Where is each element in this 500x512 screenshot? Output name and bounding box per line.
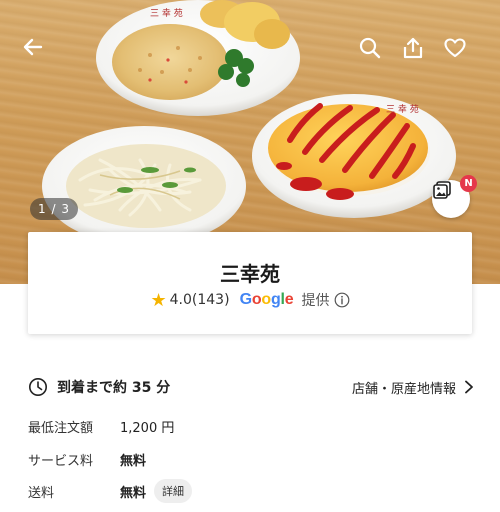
min-order-label: 最低注文額 (28, 420, 94, 436)
delivery-fee-row: 送料 無料 詳細 (28, 479, 328, 503)
star-icon: ★ (150, 289, 167, 311)
store-origin-info-label: 店舗・原産地情報 (351, 381, 456, 397)
delivery-fee-label: 送料 (28, 485, 55, 501)
delivery-fee-value: 無料 (120, 485, 147, 501)
min-order-row: 最低注文額 1,200 円 (28, 415, 328, 437)
service-fee-label: サービス料 (28, 453, 94, 469)
search-icon (359, 37, 381, 59)
search-button[interactable] (358, 36, 388, 66)
heart-icon (444, 38, 466, 58)
back-button[interactable] (22, 36, 52, 66)
chevron-right-icon (464, 380, 474, 394)
store-origin-info-link[interactable]: 店舗・原産地情報 (352, 376, 474, 398)
rating-row[interactable]: ★ 4.0(143) Google 提供 (28, 288, 472, 312)
store-name: 三幸苑 (220, 262, 280, 286)
clock-icon (28, 377, 48, 397)
new-photo-badge: N (460, 175, 477, 192)
arrow-left-icon (23, 38, 43, 56)
min-order-value: 1,200 円 (120, 420, 175, 436)
provided-label: 提供 (301, 293, 330, 309)
store-info-card: 三幸苑 ★ 4.0(143) Google 提供 (28, 232, 472, 334)
share-icon (403, 37, 423, 59)
photo-gallery-icon (433, 181, 451, 199)
info-icon[interactable] (334, 292, 350, 308)
delivery-time: 到着まで約 35 分 (57, 380, 171, 396)
service-fee-value: 無料 (120, 453, 147, 469)
share-button[interactable] (401, 36, 431, 66)
service-fee-row: サービス料 無料 (28, 448, 328, 470)
svg-text:三 幸 苑: 三 幸 苑 (150, 7, 183, 19)
photo-counter: 1 / 3 (30, 198, 78, 220)
rating-value: 4.0(143) (169, 292, 230, 308)
delivery-time-row: 到着まで約 35 分 店舗・原産地情報 (28, 376, 474, 398)
svg-text:三 幸 苑: 三 幸 苑 (386, 103, 419, 115)
favorite-button[interactable] (443, 36, 473, 66)
delivery-fee-detail-button[interactable]: 詳細 (154, 479, 193, 503)
google-logo: Google (239, 291, 294, 308)
